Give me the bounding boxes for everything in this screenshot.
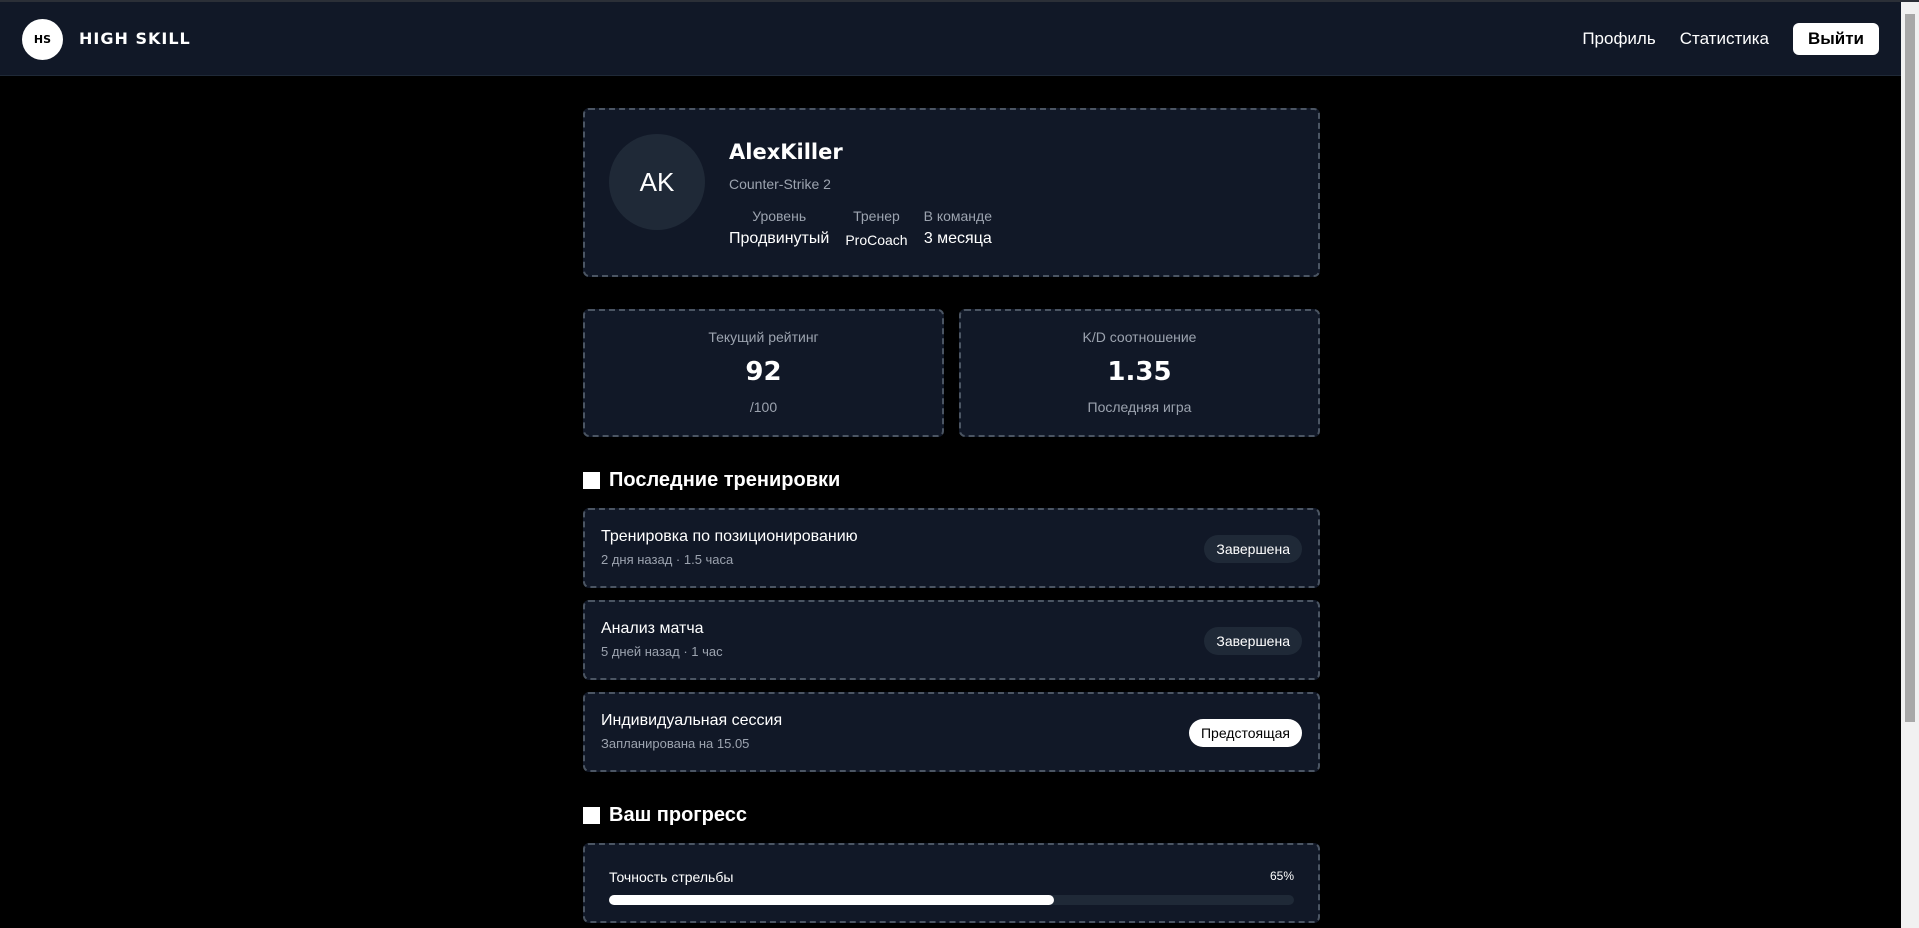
stat-card-kd: K/D соотношение 1.35 Последняя игра (959, 309, 1320, 437)
main-content: AK AlexKiller Counter-Strike 2 Уровень П… (583, 108, 1320, 923)
nav-links: Профиль Статистика Выйти (1582, 23, 1879, 55)
meta-level: Уровень Продвинутый (729, 208, 829, 248)
stat-value: 92 (745, 357, 782, 387)
section-title-progress: Ваш прогресс (583, 804, 1320, 827)
section-title-text: Последние тренировки (609, 469, 841, 491)
progress-fill (609, 895, 1055, 905)
meta-coach: Тренер ProCoach (845, 208, 907, 248)
training-item[interactable]: Индивидуальная сессия Запланирована на 1… (583, 692, 1320, 772)
square-icon (583, 807, 600, 824)
avatar: AK (609, 134, 705, 230)
meta-label: Тренер (853, 208, 900, 224)
progress-bar (609, 895, 1294, 905)
meta-label: Уровень (752, 208, 807, 224)
stat-sub: Последняя игра (1087, 399, 1192, 415)
training-meta: 2 дня назад · 1.5 часа (601, 552, 734, 567)
status-badge: Завершена (1204, 627, 1302, 655)
meta-value: ProCoach (845, 232, 908, 248)
progress-card: Точность стрельбы 65% (583, 843, 1320, 923)
stat-card-rating: Текущий рейтинг 92 /100 (583, 309, 944, 437)
training-title: Тренировка по позиционированию (601, 528, 858, 545)
stat-label: Текущий рейтинг (708, 329, 819, 345)
username: AlexKiller (729, 140, 843, 164)
meta-label: В команде (923, 208, 992, 224)
meta-value: 3 месяца (923, 230, 992, 247)
training-meta: 5 дней назад · 1 час (601, 644, 723, 659)
stat-label: K/D соотношение (1082, 329, 1197, 345)
stat-value: 1.35 (1107, 357, 1172, 387)
brand-name[interactable]: HIGH SKILL (79, 29, 191, 48)
logout-button[interactable]: Выйти (1793, 23, 1879, 55)
nav-link-profile[interactable]: Профиль (1582, 29, 1655, 49)
training-meta: Запланирована на 15.05 (601, 736, 750, 751)
logo-badge[interactable]: HS (22, 19, 63, 60)
training-item[interactable]: Тренировка по позиционированию 2 дня наз… (583, 508, 1320, 588)
profile-meta: Уровень Продвинутый Тренер ProCoach В ко… (729, 208, 1008, 248)
scrollbar-thumb[interactable] (1905, 14, 1915, 722)
stat-sub: /100 (749, 399, 778, 415)
progress-label: Точность стрельбы (609, 869, 734, 885)
meta-team-duration: В команде 3 месяца (924, 208, 992, 248)
status-badge: Завершена (1204, 535, 1302, 563)
nav-link-statistics[interactable]: Статистика (1680, 29, 1769, 49)
meta-value: Продвинутый (729, 230, 830, 247)
profile-card: AK AlexKiller Counter-Strike 2 Уровень П… (583, 108, 1320, 277)
stats-row: Текущий рейтинг 92 /100 K/D соотношение … (583, 309, 1320, 437)
progress-percent: 65% (1269, 869, 1294, 883)
navbar: HS HIGH SKILL Профиль Статистика Выйти (0, 2, 1901, 76)
section-title-text: Ваш прогресс (609, 804, 747, 826)
section-title-trainings: Последние тренировки (583, 469, 1320, 492)
training-title: Анализ матча (601, 620, 704, 637)
square-icon (583, 472, 600, 489)
training-item[interactable]: Анализ матча 5 дней назад · 1 час Заверш… (583, 600, 1320, 680)
status-badge: Предстоящая (1188, 719, 1302, 747)
training-title: Индивидуальная сессия (601, 712, 783, 729)
game-name: Counter-Strike 2 (729, 176, 831, 192)
